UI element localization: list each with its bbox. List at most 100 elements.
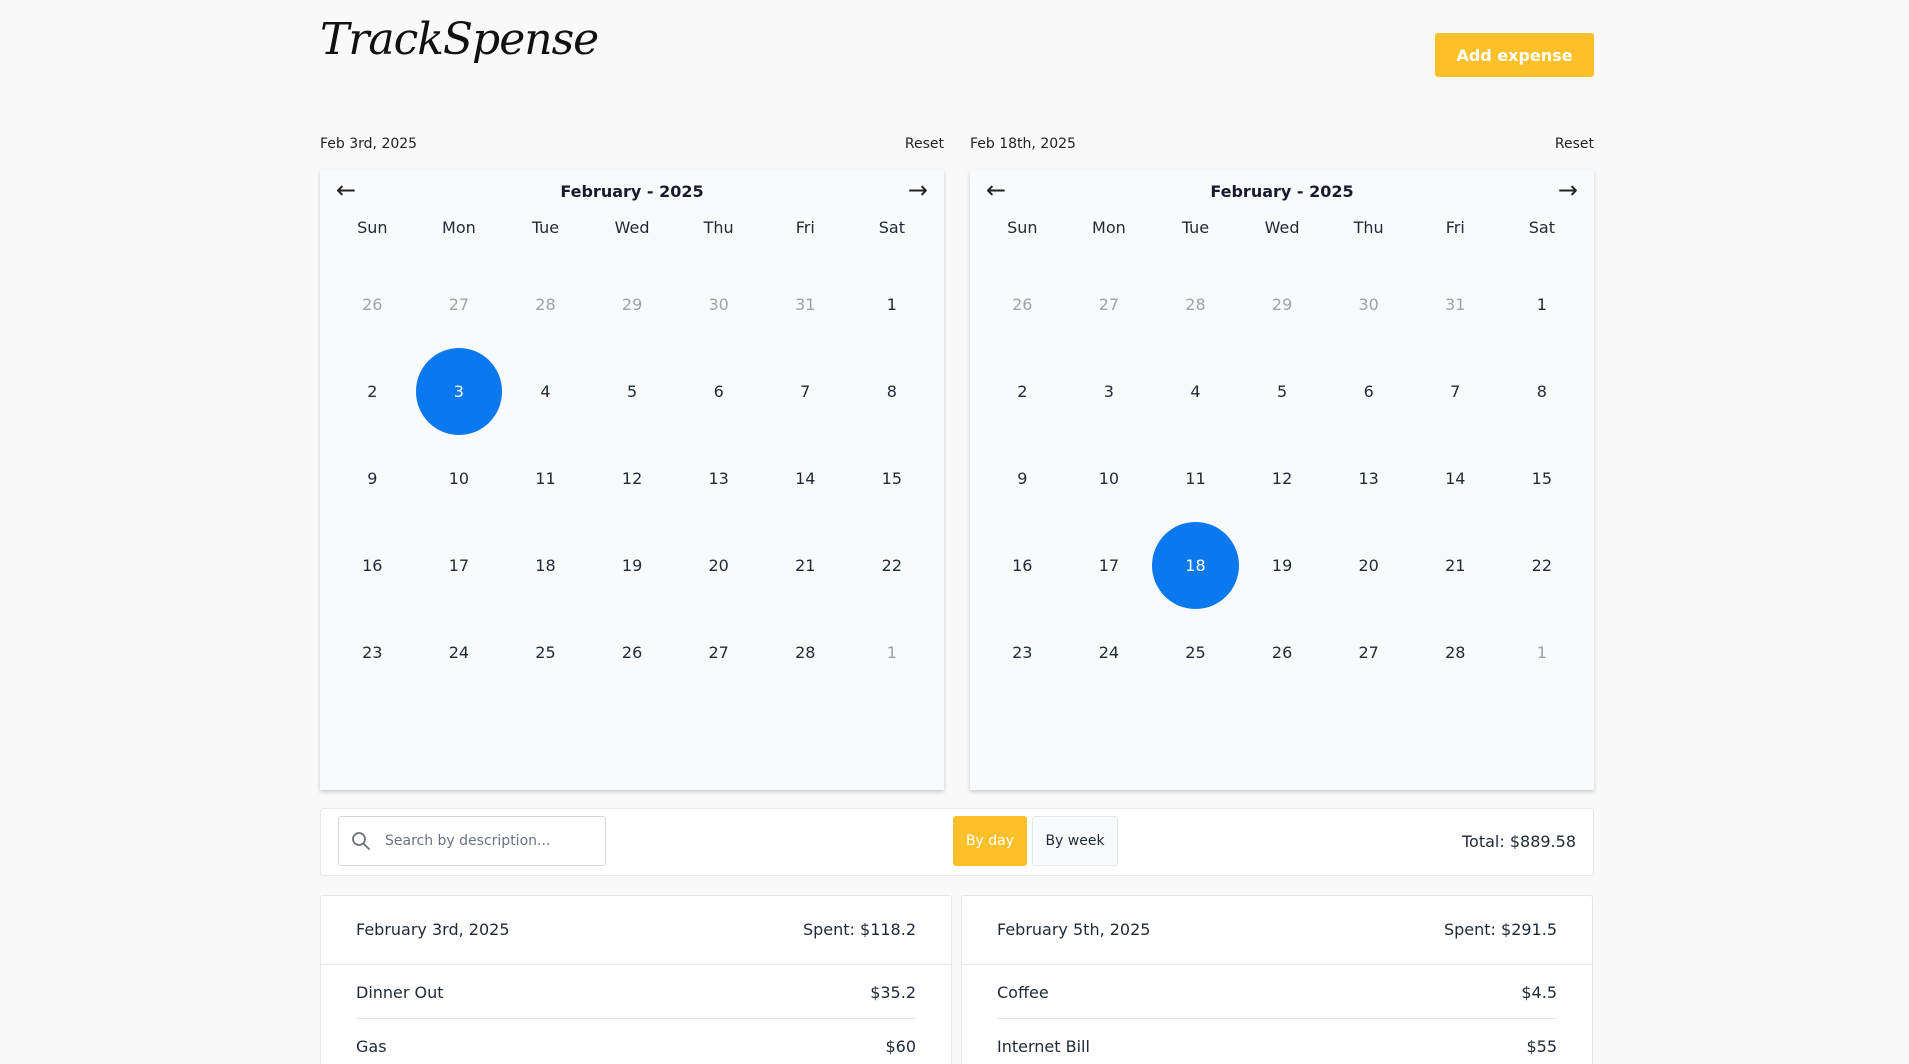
calendar-day[interactable]: 21 xyxy=(762,522,849,609)
expense-amount: $55 xyxy=(1526,1037,1557,1056)
calendar-day[interactable]: 12 xyxy=(589,435,676,522)
calendar-day[interactable]: 23 xyxy=(979,609,1066,696)
calendar-day[interactable]: 9 xyxy=(979,435,1066,522)
calendar-day[interactable]: 1 xyxy=(1499,261,1586,348)
expense-row[interactable]: Gas $60 xyxy=(356,1019,916,1064)
calendar-day[interactable]: 27 xyxy=(1325,609,1412,696)
calendar-day[interactable]: 18 xyxy=(502,522,589,609)
calendar-day[interactable]: 29 xyxy=(1239,261,1326,348)
calendar-day[interactable]: 30 xyxy=(1325,261,1412,348)
calendar-day[interactable]: 27 xyxy=(1066,261,1153,348)
calendar-day[interactable]: 5 xyxy=(589,348,676,435)
calendar-day[interactable]: 5 xyxy=(1239,348,1326,435)
calendar-day[interactable]: 6 xyxy=(1325,348,1412,435)
calendar-day-number: 28 xyxy=(535,295,556,314)
calendar-day[interactable]: 13 xyxy=(675,435,762,522)
calendar-day[interactable]: 20 xyxy=(675,522,762,609)
calendar-day[interactable]: 21 xyxy=(1412,522,1499,609)
expense-row[interactable]: Coffee $4.5 xyxy=(997,965,1557,1019)
calendar-day[interactable]: 2 xyxy=(329,348,416,435)
calendar-day[interactable]: 2 xyxy=(979,348,1066,435)
weekday-label: Tue xyxy=(1181,218,1210,237)
calendar-day[interactable]: 7 xyxy=(1412,348,1499,435)
calendar-day[interactable]: 26 xyxy=(979,261,1066,348)
calendar-day[interactable]: 26 xyxy=(589,609,676,696)
calendar-day[interactable]: 28 xyxy=(762,609,849,696)
calendar-day[interactable]: 26 xyxy=(1239,609,1326,696)
calendar-day[interactable]: 16 xyxy=(329,522,416,609)
add-expense-button[interactable]: Add expense xyxy=(1435,33,1594,77)
calendar-day[interactable]: 20 xyxy=(1325,522,1412,609)
calendar-day[interactable]: 27 xyxy=(416,261,503,348)
calendar-day[interactable]: 9 xyxy=(329,435,416,522)
calendar-day[interactable]: 3 xyxy=(1066,348,1153,435)
calendar-day[interactable]: 8 xyxy=(849,348,936,435)
calendar-day[interactable]: 14 xyxy=(1412,435,1499,522)
calendar-day[interactable]: 23 xyxy=(329,609,416,696)
calendar-day[interactable]: 27 xyxy=(675,609,762,696)
calendar-day[interactable]: 22 xyxy=(849,522,936,609)
expense-name: Gas xyxy=(356,1037,387,1056)
start-reset-button[interactable]: Reset xyxy=(905,136,944,152)
calendar-day[interactable]: 13 xyxy=(1325,435,1412,522)
end-reset-button[interactable]: Reset xyxy=(1555,136,1594,152)
expense-row[interactable]: Internet Bill $55 xyxy=(997,1019,1557,1064)
weekday-label: Wed xyxy=(1264,218,1300,237)
calendar-day[interactable]: 11 xyxy=(1152,435,1239,522)
search-input[interactable] xyxy=(383,817,597,865)
calendar-day[interactable]: 26 xyxy=(329,261,416,348)
search-box[interactable] xyxy=(338,816,606,866)
arrow-right-icon[interactable]: → xyxy=(1558,178,1578,202)
calendar-day[interactable]: 31 xyxy=(762,261,849,348)
calendar-day[interactable]: 7 xyxy=(762,348,849,435)
calendar-day[interactable]: 10 xyxy=(1066,435,1153,522)
calendar-day[interactable]: 6 xyxy=(675,348,762,435)
calendar-day[interactable]: 15 xyxy=(849,435,936,522)
calendar-day[interactable]: 28 xyxy=(1412,609,1499,696)
calendar-day[interactable]: 17 xyxy=(1066,522,1153,609)
calendar-day[interactable]: 1 xyxy=(849,261,936,348)
calendar-day-selected[interactable]: 3 xyxy=(415,348,503,435)
calendar-day[interactable]: 30 xyxy=(675,261,762,348)
by-week-button[interactable]: By week xyxy=(1032,816,1118,866)
calendar-day-selected[interactable]: 18 xyxy=(1152,522,1239,609)
calendar-day[interactable]: 4 xyxy=(1152,348,1239,435)
calendar-day[interactable]: 31 xyxy=(1412,261,1499,348)
calendar-day[interactable]: 14 xyxy=(762,435,849,522)
calendar-day[interactable]: 24 xyxy=(1066,609,1153,696)
calendar-day-number: 20 xyxy=(708,556,729,575)
calendar-day[interactable]: 4 xyxy=(502,348,589,435)
calendar-day[interactable]: 29 xyxy=(589,261,676,348)
day-card-spent: Spent: $291.5 xyxy=(1443,920,1557,939)
day-card: February 3rd, 2025 Spent: $118.2 Dinner … xyxy=(320,895,952,1064)
by-day-button[interactable]: By day xyxy=(953,816,1027,866)
calendar-day-number: 5 xyxy=(1276,382,1288,401)
calendar-day[interactable]: 19 xyxy=(589,522,676,609)
calendar-day-number: 1 xyxy=(1536,295,1547,314)
calendar-day[interactable]: 25 xyxy=(1152,609,1239,696)
calendar-day[interactable]: 19 xyxy=(1239,522,1326,609)
calendar-day-number: 3 xyxy=(1103,382,1114,401)
calendar-day[interactable]: 1 xyxy=(849,609,936,696)
calendar-day[interactable]: 24 xyxy=(416,609,503,696)
calendar-day-number: 30 xyxy=(708,295,729,314)
calendar-day[interactable]: 10 xyxy=(416,435,503,522)
calendar-day[interactable]: 28 xyxy=(502,261,589,348)
calendar-day-number: 11 xyxy=(1185,469,1206,488)
arrow-right-icon[interactable]: → xyxy=(908,178,928,202)
calendar-day[interactable]: 12 xyxy=(1239,435,1326,522)
expense-row[interactable]: Dinner Out $35.2 xyxy=(356,965,916,1019)
weekday-label: Thu xyxy=(703,218,734,237)
expense-amount: $4.5 xyxy=(1521,983,1557,1002)
calendar-day[interactable]: 8 xyxy=(1499,348,1586,435)
calendar-day[interactable]: 22 xyxy=(1499,522,1586,609)
calendar-month-title: February - 2025 xyxy=(1210,182,1354,201)
calendar-day[interactable]: 17 xyxy=(416,522,503,609)
calendar-day[interactable]: 25 xyxy=(502,609,589,696)
calendar-day[interactable]: 15 xyxy=(1499,435,1586,522)
calendar-day[interactable]: 11 xyxy=(502,435,589,522)
calendar-day-number: 14 xyxy=(1445,469,1466,488)
calendar-day[interactable]: 16 xyxy=(979,522,1066,609)
calendar-day[interactable]: 1 xyxy=(1499,609,1586,696)
calendar-day[interactable]: 28 xyxy=(1152,261,1239,348)
